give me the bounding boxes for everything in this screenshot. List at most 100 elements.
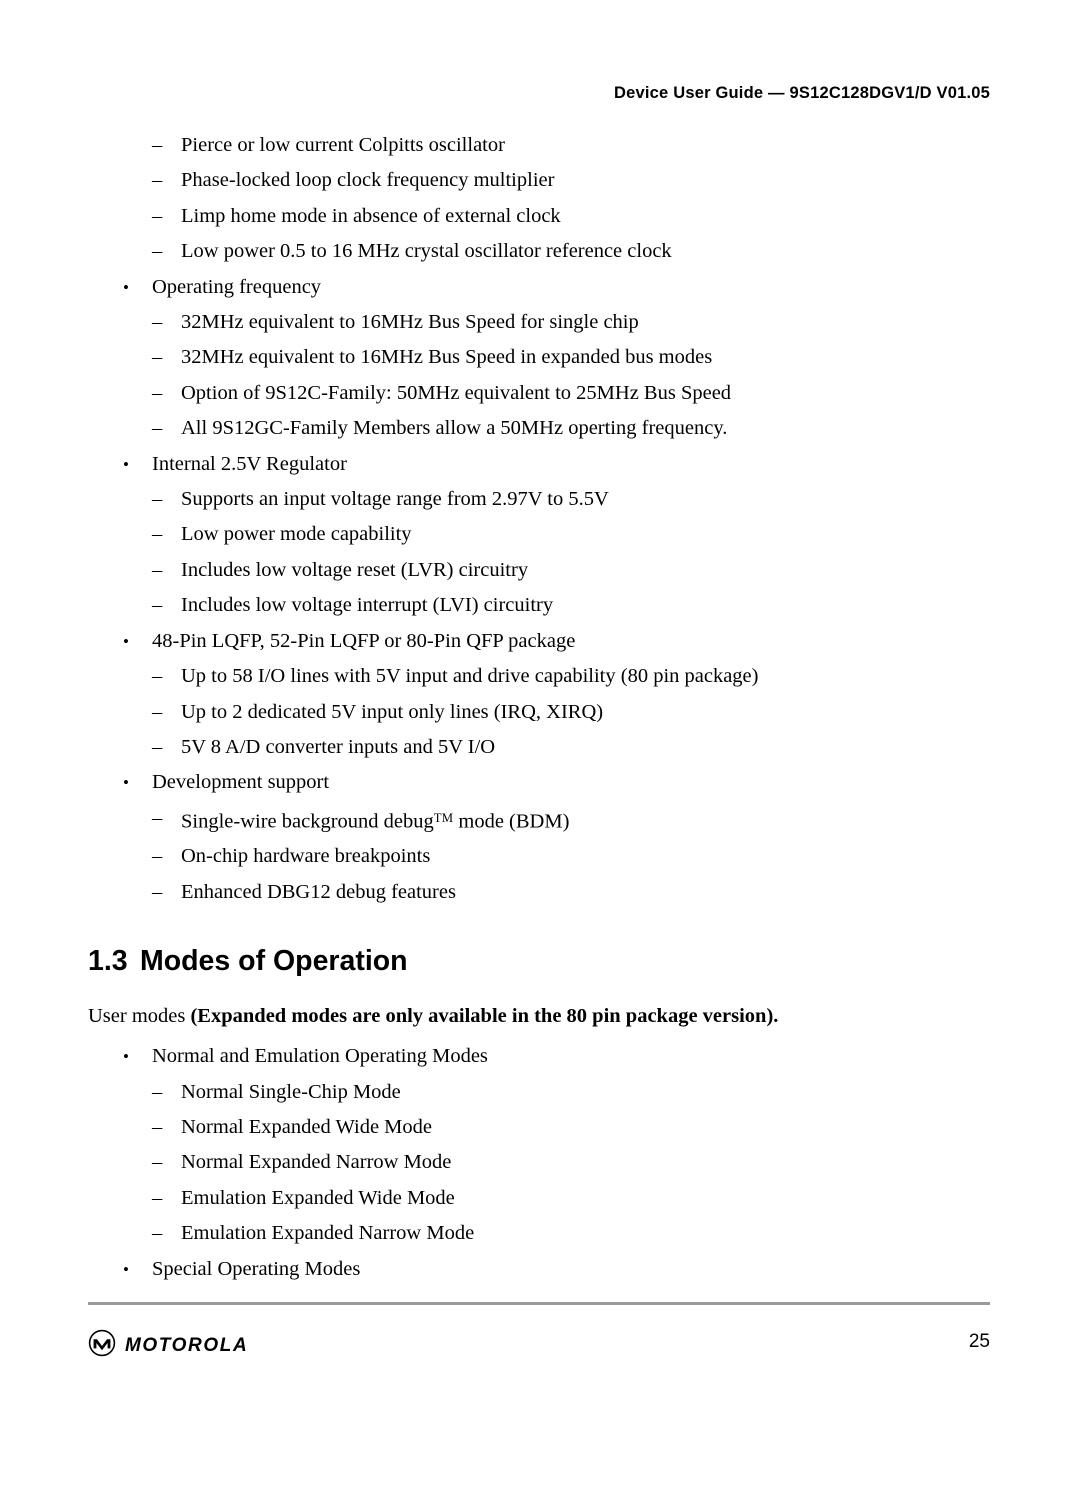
dash-marker: – bbox=[152, 1080, 163, 1103]
feature-item-label: Pierce or low current Colpitts oscillato… bbox=[181, 134, 505, 156]
dash-marker: – bbox=[152, 806, 163, 829]
motorola-logo: MOTOROLA bbox=[88, 1329, 248, 1362]
bullet-marker: • bbox=[123, 454, 129, 474]
features-list: – Pierce or low current Colpitts oscillat… bbox=[88, 128, 990, 910]
dash-marker: – bbox=[152, 381, 163, 404]
bullet-marker: • bbox=[123, 1047, 129, 1067]
feature-item-label: Up to 2 dedicated 5V input only lines (I… bbox=[181, 700, 604, 723]
feature-item: – Up to 58 I/O lines with 5V input and dr… bbox=[88, 659, 990, 694]
feature-item: – Up to 2 dedicated 5V input only lines (… bbox=[88, 695, 990, 730]
feature-item-label: Phase-locked loop clock frequency multip… bbox=[181, 169, 555, 192]
motorola-wordmark: MOTOROLA bbox=[125, 1335, 249, 1356]
feature-item-label: All 9S12GC-Family Members allow a 50MHz … bbox=[181, 417, 728, 440]
feature-item: –5V 8 A/D converter inputs and 5V I/O bbox=[88, 730, 990, 765]
dash-marker: – bbox=[152, 558, 163, 581]
mode-item-label: Normal Expanded Wide Mode bbox=[181, 1116, 432, 1139]
bullet-marker: • bbox=[123, 1259, 129, 1279]
section-heading: 1.3 Modes of Operation bbox=[88, 939, 990, 983]
mode-item: – Normal Expanded Wide Mode bbox=[88, 1110, 990, 1145]
running-header: Device User Guide — 9S12C128DGV1/D V01.0… bbox=[614, 84, 990, 102]
dash-marker: – bbox=[152, 880, 163, 903]
feature-item-label: 32MHz equivalent to 16MHz Bus Speed in e… bbox=[181, 346, 713, 369]
dash-marker: – bbox=[152, 240, 163, 263]
label-text-suffix: mode (BDM) bbox=[453, 810, 570, 833]
label-text-prefix: Single-wire background debug bbox=[181, 810, 434, 833]
mode-item: – Emulation Expanded Wide Mode bbox=[88, 1181, 990, 1216]
feature-item-label: On-chip hardware breakpoints bbox=[181, 845, 431, 868]
feature-item-label: Low power mode capability bbox=[181, 523, 412, 546]
dash-marker: – bbox=[152, 1151, 163, 1174]
feature-item: – On-chip hardware breakpoints bbox=[88, 839, 990, 874]
intro-regular-text: User modes bbox=[88, 1005, 191, 1028]
dash-marker: – bbox=[152, 735, 163, 758]
dash-marker: – bbox=[152, 134, 163, 156]
feature-item-label: 48-Pin LQFP, 52-Pin LQFP or 80-Pin QFP p… bbox=[152, 629, 576, 652]
feature-item-label: 5V 8 A/D converter inputs and 5V I/O bbox=[181, 735, 496, 758]
feature-item: – Single-wire background debugTM mode (BD… bbox=[88, 801, 990, 840]
feature-item: – Supports an input voltage range from 2.… bbox=[88, 482, 990, 517]
mode-item-label: Normal Single-Chip Mode bbox=[181, 1080, 401, 1103]
feature-item: –32MHz equivalent to 16MHz Bus Speed for… bbox=[88, 305, 990, 340]
page-footer: MOTOROLA 25 bbox=[88, 1325, 990, 1371]
feature-item: – Includes low voltage reset (LVR) circui… bbox=[88, 553, 990, 588]
feature-item: – Pierce or low current Colpitts oscillat… bbox=[88, 128, 990, 163]
dash-marker: – bbox=[152, 1116, 163, 1139]
bullet-marker: • bbox=[123, 631, 129, 651]
feature-item-label: Enhanced DBG12 debug features bbox=[181, 880, 456, 903]
feature-item-label: Option of 9S12C-Family: 50MHz equivalent… bbox=[181, 381, 732, 404]
dash-marker: – bbox=[152, 311, 163, 334]
feature-item: – Low power 0.5 to 16 MHz crystal oscilla… bbox=[88, 234, 990, 269]
mode-item-label: Emulation Expanded Wide Mode bbox=[181, 1186, 455, 1209]
motorola-batwing-icon bbox=[88, 1329, 116, 1362]
feature-item: – Limp home mode in absence of external c… bbox=[88, 199, 990, 234]
mode-item-label: Special Operating Modes bbox=[152, 1257, 361, 1280]
dash-marker: – bbox=[152, 346, 163, 369]
section-intro-paragraph: User modes (Expanded modes are only avai… bbox=[88, 1000, 990, 1033]
feature-item-label: Single-wire background debugTM mode (BDM… bbox=[181, 801, 569, 840]
mode-item: • Special Operating Modes bbox=[88, 1252, 990, 1287]
intro-bold-note: (Expanded modes are only available in th… bbox=[190, 1005, 779, 1028]
page-number: 25 bbox=[968, 1331, 990, 1352]
feature-item-label: Development support bbox=[152, 771, 330, 794]
mode-item-label: Normal and Emulation Operating Modes bbox=[152, 1045, 488, 1068]
feature-item: – Option of 9S12C-Family: 50MHz equivalen… bbox=[88, 376, 990, 411]
dash-marker: – bbox=[152, 700, 163, 723]
modes-list: • Normal and Emulation Operating Modes – No… bbox=[88, 1039, 990, 1287]
dash-marker: – bbox=[152, 594, 163, 617]
feature-item-label: Includes low voltage reset (LVR) circuit… bbox=[181, 558, 529, 581]
dash-marker: – bbox=[152, 845, 163, 868]
feature-item: • 48-Pin LQFP, 52-Pin LQFP or 80-Pin QFP … bbox=[88, 624, 990, 659]
feature-item: –32MHz equivalent to 16MHz Bus Speed in … bbox=[88, 340, 990, 375]
document-page: Device User Guide — 9S12C128DGV1/D V01.0… bbox=[0, 0, 1080, 1485]
section-number: 1.3 bbox=[88, 945, 128, 978]
feature-item-label: Up to 58 I/O lines with 5V input and dri… bbox=[181, 665, 759, 688]
trademark-icon: TM bbox=[433, 810, 454, 825]
feature-item: • Development support bbox=[88, 765, 990, 800]
feature-item-label: Supports an input voltage range from 2.9… bbox=[181, 488, 609, 511]
mode-item-label: Normal Expanded Narrow Mode bbox=[181, 1151, 452, 1174]
dash-marker: – bbox=[152, 665, 163, 688]
feature-item: – Includes low voltage interrupt (LVI) ci… bbox=[88, 588, 990, 623]
dash-marker: – bbox=[152, 488, 163, 511]
feature-item-label: Operating frequency bbox=[152, 275, 322, 298]
footer-divider bbox=[88, 1302, 990, 1305]
feature-item: – Low power mode capability bbox=[88, 517, 990, 552]
feature-item: – All 9S12GC-Family Members allow a 50MHz… bbox=[88, 411, 990, 446]
bullet-marker: • bbox=[123, 277, 129, 297]
dash-marker: – bbox=[152, 1222, 163, 1245]
feature-item: • Internal 2.5V Regulator bbox=[88, 447, 990, 482]
dash-marker: – bbox=[152, 417, 163, 440]
mode-item-label: Emulation Expanded Narrow Mode bbox=[181, 1222, 475, 1245]
dash-marker: – bbox=[152, 1186, 163, 1209]
feature-item-label: 32MHz equivalent to 16MHz Bus Speed for … bbox=[181, 311, 639, 334]
mode-item: – Normal Single-Chip Mode bbox=[88, 1075, 990, 1110]
dash-marker: – bbox=[152, 204, 163, 227]
feature-item-label: Low power 0.5 to 16 MHz crystal oscillat… bbox=[181, 240, 672, 263]
feature-item: • Operating frequency bbox=[88, 270, 990, 305]
dash-marker: – bbox=[152, 523, 163, 546]
section-title: Modes of Operation bbox=[140, 945, 408, 978]
mode-item: – Normal Expanded Narrow Mode bbox=[88, 1145, 990, 1180]
bullet-marker: • bbox=[123, 773, 129, 793]
dash-marker: – bbox=[152, 169, 163, 192]
feature-item-label: Includes low voltage interrupt (LVI) cir… bbox=[181, 594, 554, 617]
